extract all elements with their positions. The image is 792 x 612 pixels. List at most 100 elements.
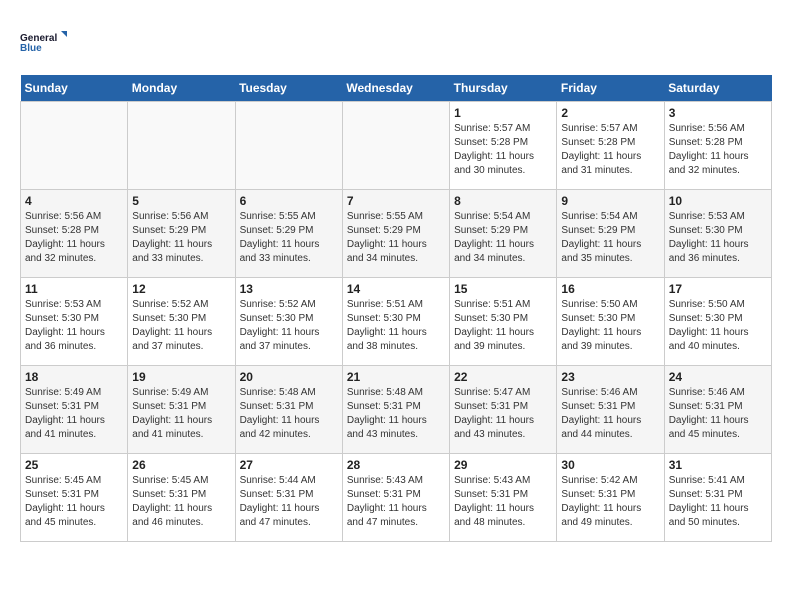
calendar-cell bbox=[21, 102, 128, 190]
day-number: 15 bbox=[454, 282, 552, 296]
calendar-cell: 14 Sunrise: 5:51 AM Sunset: 5:30 PM Dayl… bbox=[342, 278, 449, 366]
day-info: Sunrise: 5:52 AM Sunset: 5:30 PM Dayligh… bbox=[132, 298, 230, 354]
week-row-5: 25 Sunrise: 5:45 AM Sunset: 5:31 PM Dayl… bbox=[21, 454, 772, 542]
calendar-cell: 21 Sunrise: 5:48 AM Sunset: 5:31 PM Dayl… bbox=[342, 366, 449, 454]
day-info: Sunrise: 5:44 AM Sunset: 5:31 PM Dayligh… bbox=[240, 474, 338, 530]
day-number: 16 bbox=[561, 282, 659, 296]
weekday-header-thursday: Thursday bbox=[450, 75, 557, 102]
day-number: 13 bbox=[240, 282, 338, 296]
day-info: Sunrise: 5:57 AM Sunset: 5:28 PM Dayligh… bbox=[561, 122, 659, 178]
day-info: Sunrise: 5:56 AM Sunset: 5:29 PM Dayligh… bbox=[132, 210, 230, 266]
calendar-cell: 1 Sunrise: 5:57 AM Sunset: 5:28 PM Dayli… bbox=[450, 102, 557, 190]
calendar-cell: 30 Sunrise: 5:42 AM Sunset: 5:31 PM Dayl… bbox=[557, 454, 664, 542]
day-number: 18 bbox=[25, 370, 123, 384]
day-number: 4 bbox=[25, 194, 123, 208]
svg-text:Blue: Blue bbox=[20, 43, 42, 54]
day-number: 3 bbox=[669, 106, 767, 120]
day-info: Sunrise: 5:54 AM Sunset: 5:29 PM Dayligh… bbox=[561, 210, 659, 266]
day-number: 11 bbox=[25, 282, 123, 296]
calendar-cell: 5 Sunrise: 5:56 AM Sunset: 5:29 PM Dayli… bbox=[128, 190, 235, 278]
day-info: Sunrise: 5:53 AM Sunset: 5:30 PM Dayligh… bbox=[25, 298, 123, 354]
day-number: 9 bbox=[561, 194, 659, 208]
day-info: Sunrise: 5:55 AM Sunset: 5:29 PM Dayligh… bbox=[347, 210, 445, 266]
day-info: Sunrise: 5:53 AM Sunset: 5:30 PM Dayligh… bbox=[669, 210, 767, 266]
day-info: Sunrise: 5:49 AM Sunset: 5:31 PM Dayligh… bbox=[132, 386, 230, 442]
weekday-header-sunday: Sunday bbox=[21, 75, 128, 102]
weekday-header-wednesday: Wednesday bbox=[342, 75, 449, 102]
calendar-cell: 9 Sunrise: 5:54 AM Sunset: 5:29 PM Dayli… bbox=[557, 190, 664, 278]
day-info: Sunrise: 5:56 AM Sunset: 5:28 PM Dayligh… bbox=[669, 122, 767, 178]
day-number: 19 bbox=[132, 370, 230, 384]
day-number: 14 bbox=[347, 282, 445, 296]
calendar-cell: 29 Sunrise: 5:43 AM Sunset: 5:31 PM Dayl… bbox=[450, 454, 557, 542]
calendar-cell: 10 Sunrise: 5:53 AM Sunset: 5:30 PM Dayl… bbox=[664, 190, 771, 278]
calendar-cell: 27 Sunrise: 5:44 AM Sunset: 5:31 PM Dayl… bbox=[235, 454, 342, 542]
day-info: Sunrise: 5:41 AM Sunset: 5:31 PM Dayligh… bbox=[669, 474, 767, 530]
day-number: 10 bbox=[669, 194, 767, 208]
day-number: 26 bbox=[132, 458, 230, 472]
svg-text:General: General bbox=[20, 33, 57, 44]
day-number: 6 bbox=[240, 194, 338, 208]
day-number: 12 bbox=[132, 282, 230, 296]
weekday-header-row: SundayMondayTuesdayWednesdayThursdayFrid… bbox=[21, 75, 772, 102]
week-row-2: 4 Sunrise: 5:56 AM Sunset: 5:28 PM Dayli… bbox=[21, 190, 772, 278]
calendar-cell: 7 Sunrise: 5:55 AM Sunset: 5:29 PM Dayli… bbox=[342, 190, 449, 278]
calendar-cell bbox=[342, 102, 449, 190]
week-row-4: 18 Sunrise: 5:49 AM Sunset: 5:31 PM Dayl… bbox=[21, 366, 772, 454]
calendar-cell: 20 Sunrise: 5:48 AM Sunset: 5:31 PM Dayl… bbox=[235, 366, 342, 454]
day-number: 27 bbox=[240, 458, 338, 472]
calendar-cell: 25 Sunrise: 5:45 AM Sunset: 5:31 PM Dayl… bbox=[21, 454, 128, 542]
day-number: 28 bbox=[347, 458, 445, 472]
day-number: 24 bbox=[669, 370, 767, 384]
day-info: Sunrise: 5:42 AM Sunset: 5:31 PM Dayligh… bbox=[561, 474, 659, 530]
day-info: Sunrise: 5:46 AM Sunset: 5:31 PM Dayligh… bbox=[561, 386, 659, 442]
day-info: Sunrise: 5:50 AM Sunset: 5:30 PM Dayligh… bbox=[561, 298, 659, 354]
calendar-cell: 26 Sunrise: 5:45 AM Sunset: 5:31 PM Dayl… bbox=[128, 454, 235, 542]
calendar-cell: 23 Sunrise: 5:46 AM Sunset: 5:31 PM Dayl… bbox=[557, 366, 664, 454]
day-info: Sunrise: 5:52 AM Sunset: 5:30 PM Dayligh… bbox=[240, 298, 338, 354]
day-info: Sunrise: 5:43 AM Sunset: 5:31 PM Dayligh… bbox=[347, 474, 445, 530]
day-number: 25 bbox=[25, 458, 123, 472]
day-number: 8 bbox=[454, 194, 552, 208]
day-info: Sunrise: 5:47 AM Sunset: 5:31 PM Dayligh… bbox=[454, 386, 552, 442]
calendar-cell: 16 Sunrise: 5:50 AM Sunset: 5:30 PM Dayl… bbox=[557, 278, 664, 366]
logo: General Blue bbox=[20, 20, 70, 65]
day-number: 30 bbox=[561, 458, 659, 472]
calendar-cell: 8 Sunrise: 5:54 AM Sunset: 5:29 PM Dayli… bbox=[450, 190, 557, 278]
calendar-cell: 31 Sunrise: 5:41 AM Sunset: 5:31 PM Dayl… bbox=[664, 454, 771, 542]
page-header: General Blue bbox=[20, 20, 772, 65]
day-number: 21 bbox=[347, 370, 445, 384]
calendar-cell: 4 Sunrise: 5:56 AM Sunset: 5:28 PM Dayli… bbox=[21, 190, 128, 278]
day-number: 29 bbox=[454, 458, 552, 472]
day-info: Sunrise: 5:48 AM Sunset: 5:31 PM Dayligh… bbox=[347, 386, 445, 442]
calendar-cell: 15 Sunrise: 5:51 AM Sunset: 5:30 PM Dayl… bbox=[450, 278, 557, 366]
day-number: 1 bbox=[454, 106, 552, 120]
day-info: Sunrise: 5:51 AM Sunset: 5:30 PM Dayligh… bbox=[454, 298, 552, 354]
weekday-header-tuesday: Tuesday bbox=[235, 75, 342, 102]
day-info: Sunrise: 5:56 AM Sunset: 5:28 PM Dayligh… bbox=[25, 210, 123, 266]
calendar-cell: 22 Sunrise: 5:47 AM Sunset: 5:31 PM Dayl… bbox=[450, 366, 557, 454]
calendar-cell: 13 Sunrise: 5:52 AM Sunset: 5:30 PM Dayl… bbox=[235, 278, 342, 366]
calendar-cell: 17 Sunrise: 5:50 AM Sunset: 5:30 PM Dayl… bbox=[664, 278, 771, 366]
week-row-1: 1 Sunrise: 5:57 AM Sunset: 5:28 PM Dayli… bbox=[21, 102, 772, 190]
calendar-cell: 18 Sunrise: 5:49 AM Sunset: 5:31 PM Dayl… bbox=[21, 366, 128, 454]
day-info: Sunrise: 5:43 AM Sunset: 5:31 PM Dayligh… bbox=[454, 474, 552, 530]
calendar-cell: 3 Sunrise: 5:56 AM Sunset: 5:28 PM Dayli… bbox=[664, 102, 771, 190]
day-info: Sunrise: 5:46 AM Sunset: 5:31 PM Dayligh… bbox=[669, 386, 767, 442]
day-info: Sunrise: 5:55 AM Sunset: 5:29 PM Dayligh… bbox=[240, 210, 338, 266]
day-number: 7 bbox=[347, 194, 445, 208]
day-info: Sunrise: 5:51 AM Sunset: 5:30 PM Dayligh… bbox=[347, 298, 445, 354]
weekday-header-saturday: Saturday bbox=[664, 75, 771, 102]
day-info: Sunrise: 5:54 AM Sunset: 5:29 PM Dayligh… bbox=[454, 210, 552, 266]
weekday-header-friday: Friday bbox=[557, 75, 664, 102]
calendar-cell: 11 Sunrise: 5:53 AM Sunset: 5:30 PM Dayl… bbox=[21, 278, 128, 366]
day-info: Sunrise: 5:48 AM Sunset: 5:31 PM Dayligh… bbox=[240, 386, 338, 442]
day-number: 5 bbox=[132, 194, 230, 208]
calendar-cell: 28 Sunrise: 5:43 AM Sunset: 5:31 PM Dayl… bbox=[342, 454, 449, 542]
day-info: Sunrise: 5:45 AM Sunset: 5:31 PM Dayligh… bbox=[25, 474, 123, 530]
day-info: Sunrise: 5:45 AM Sunset: 5:31 PM Dayligh… bbox=[132, 474, 230, 530]
day-info: Sunrise: 5:49 AM Sunset: 5:31 PM Dayligh… bbox=[25, 386, 123, 442]
day-info: Sunrise: 5:50 AM Sunset: 5:30 PM Dayligh… bbox=[669, 298, 767, 354]
logo-svg: General Blue bbox=[20, 20, 70, 65]
day-number: 2 bbox=[561, 106, 659, 120]
